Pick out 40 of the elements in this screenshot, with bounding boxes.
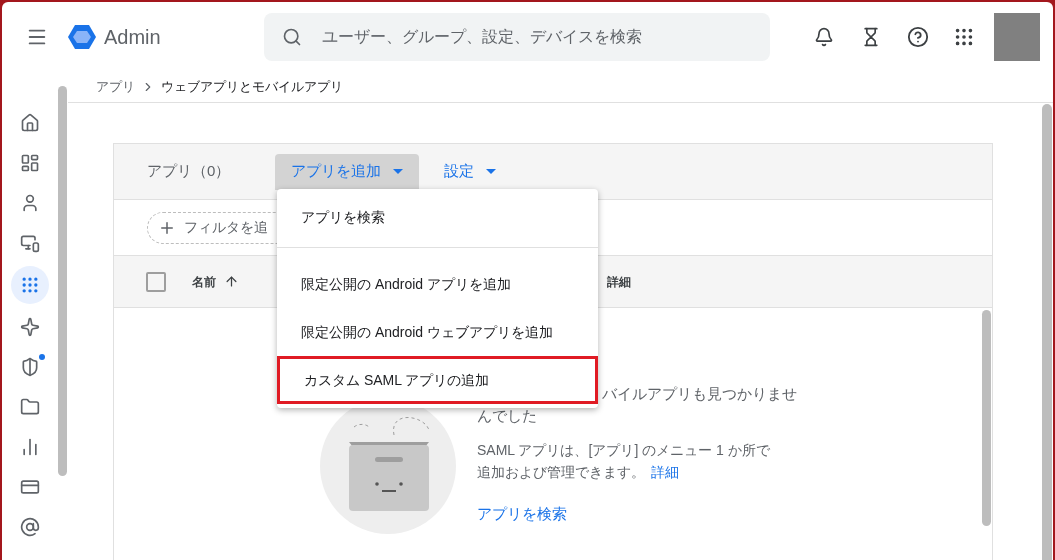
empty-description: SAML アプリは、[アプリ] のメニュー 1 か所で 追加および管理できます。 詳細 — [477, 441, 771, 482]
dot-grid-icon — [20, 275, 40, 295]
menu-item[interactable]: カスタム SAML アプリの追加 — [277, 356, 598, 404]
home-icon — [20, 113, 40, 133]
caret-icon — [393, 169, 403, 174]
notifications-button[interactable] — [813, 27, 834, 47]
caret-icon — [486, 169, 496, 174]
search-bar[interactable]: ユーザー、グループ、設定、デバイスを検索 — [263, 13, 770, 61]
help-button[interactable] — [906, 26, 929, 48]
folder-icon — [20, 397, 40, 417]
app-name: Admin — [104, 25, 161, 50]
settings-button[interactable]: 設定 — [428, 153, 512, 190]
avatar[interactable] — [993, 13, 1040, 61]
sparkle-icon — [20, 317, 40, 337]
card-icon — [20, 477, 40, 497]
at-sign-icon — [20, 517, 40, 537]
panel-title: アプリ（0） — [147, 161, 232, 182]
shield-icon — [20, 357, 40, 377]
select-all-checkbox[interactable] — [146, 271, 166, 292]
dashboard-icon — [20, 153, 40, 173]
scrollbar[interactable] — [58, 86, 67, 476]
learn-more-link[interactable]: 詳細 — [651, 464, 679, 480]
bar-chart-icon — [20, 437, 40, 457]
breadcrumb-item[interactable]: アプリ — [96, 77, 135, 97]
breadcrumb-item: ウェブアプリとモバイルアプリ — [161, 78, 343, 97]
search-field[interactable]: ユーザー、グループ、設定、デバイスを検索 — [321, 25, 752, 49]
logo-icon — [68, 24, 96, 50]
column-header[interactable]: 名前 — [192, 272, 216, 291]
user-icon — [20, 193, 40, 213]
column-header[interactable]: 詳細 — [607, 272, 631, 291]
menu-item[interactable]: 限定公開の Android ウェブアプリを追加 — [277, 308, 598, 356]
scrollbar[interactable] — [1042, 104, 1052, 560]
devices-icon — [20, 233, 40, 253]
search-icon — [281, 27, 302, 47]
find-apps-link[interactable]: アプリを検索 — [477, 503, 567, 526]
menu-item[interactable]: 限定公開の Android アプリを追加 — [277, 260, 598, 308]
scrollbar[interactable] — [982, 310, 991, 526]
empty-title: んでした — [477, 406, 538, 426]
sidebar-item[interactable] — [11, 266, 49, 304]
empty-title: バイルアプリも見つかりませ — [601, 384, 797, 404]
